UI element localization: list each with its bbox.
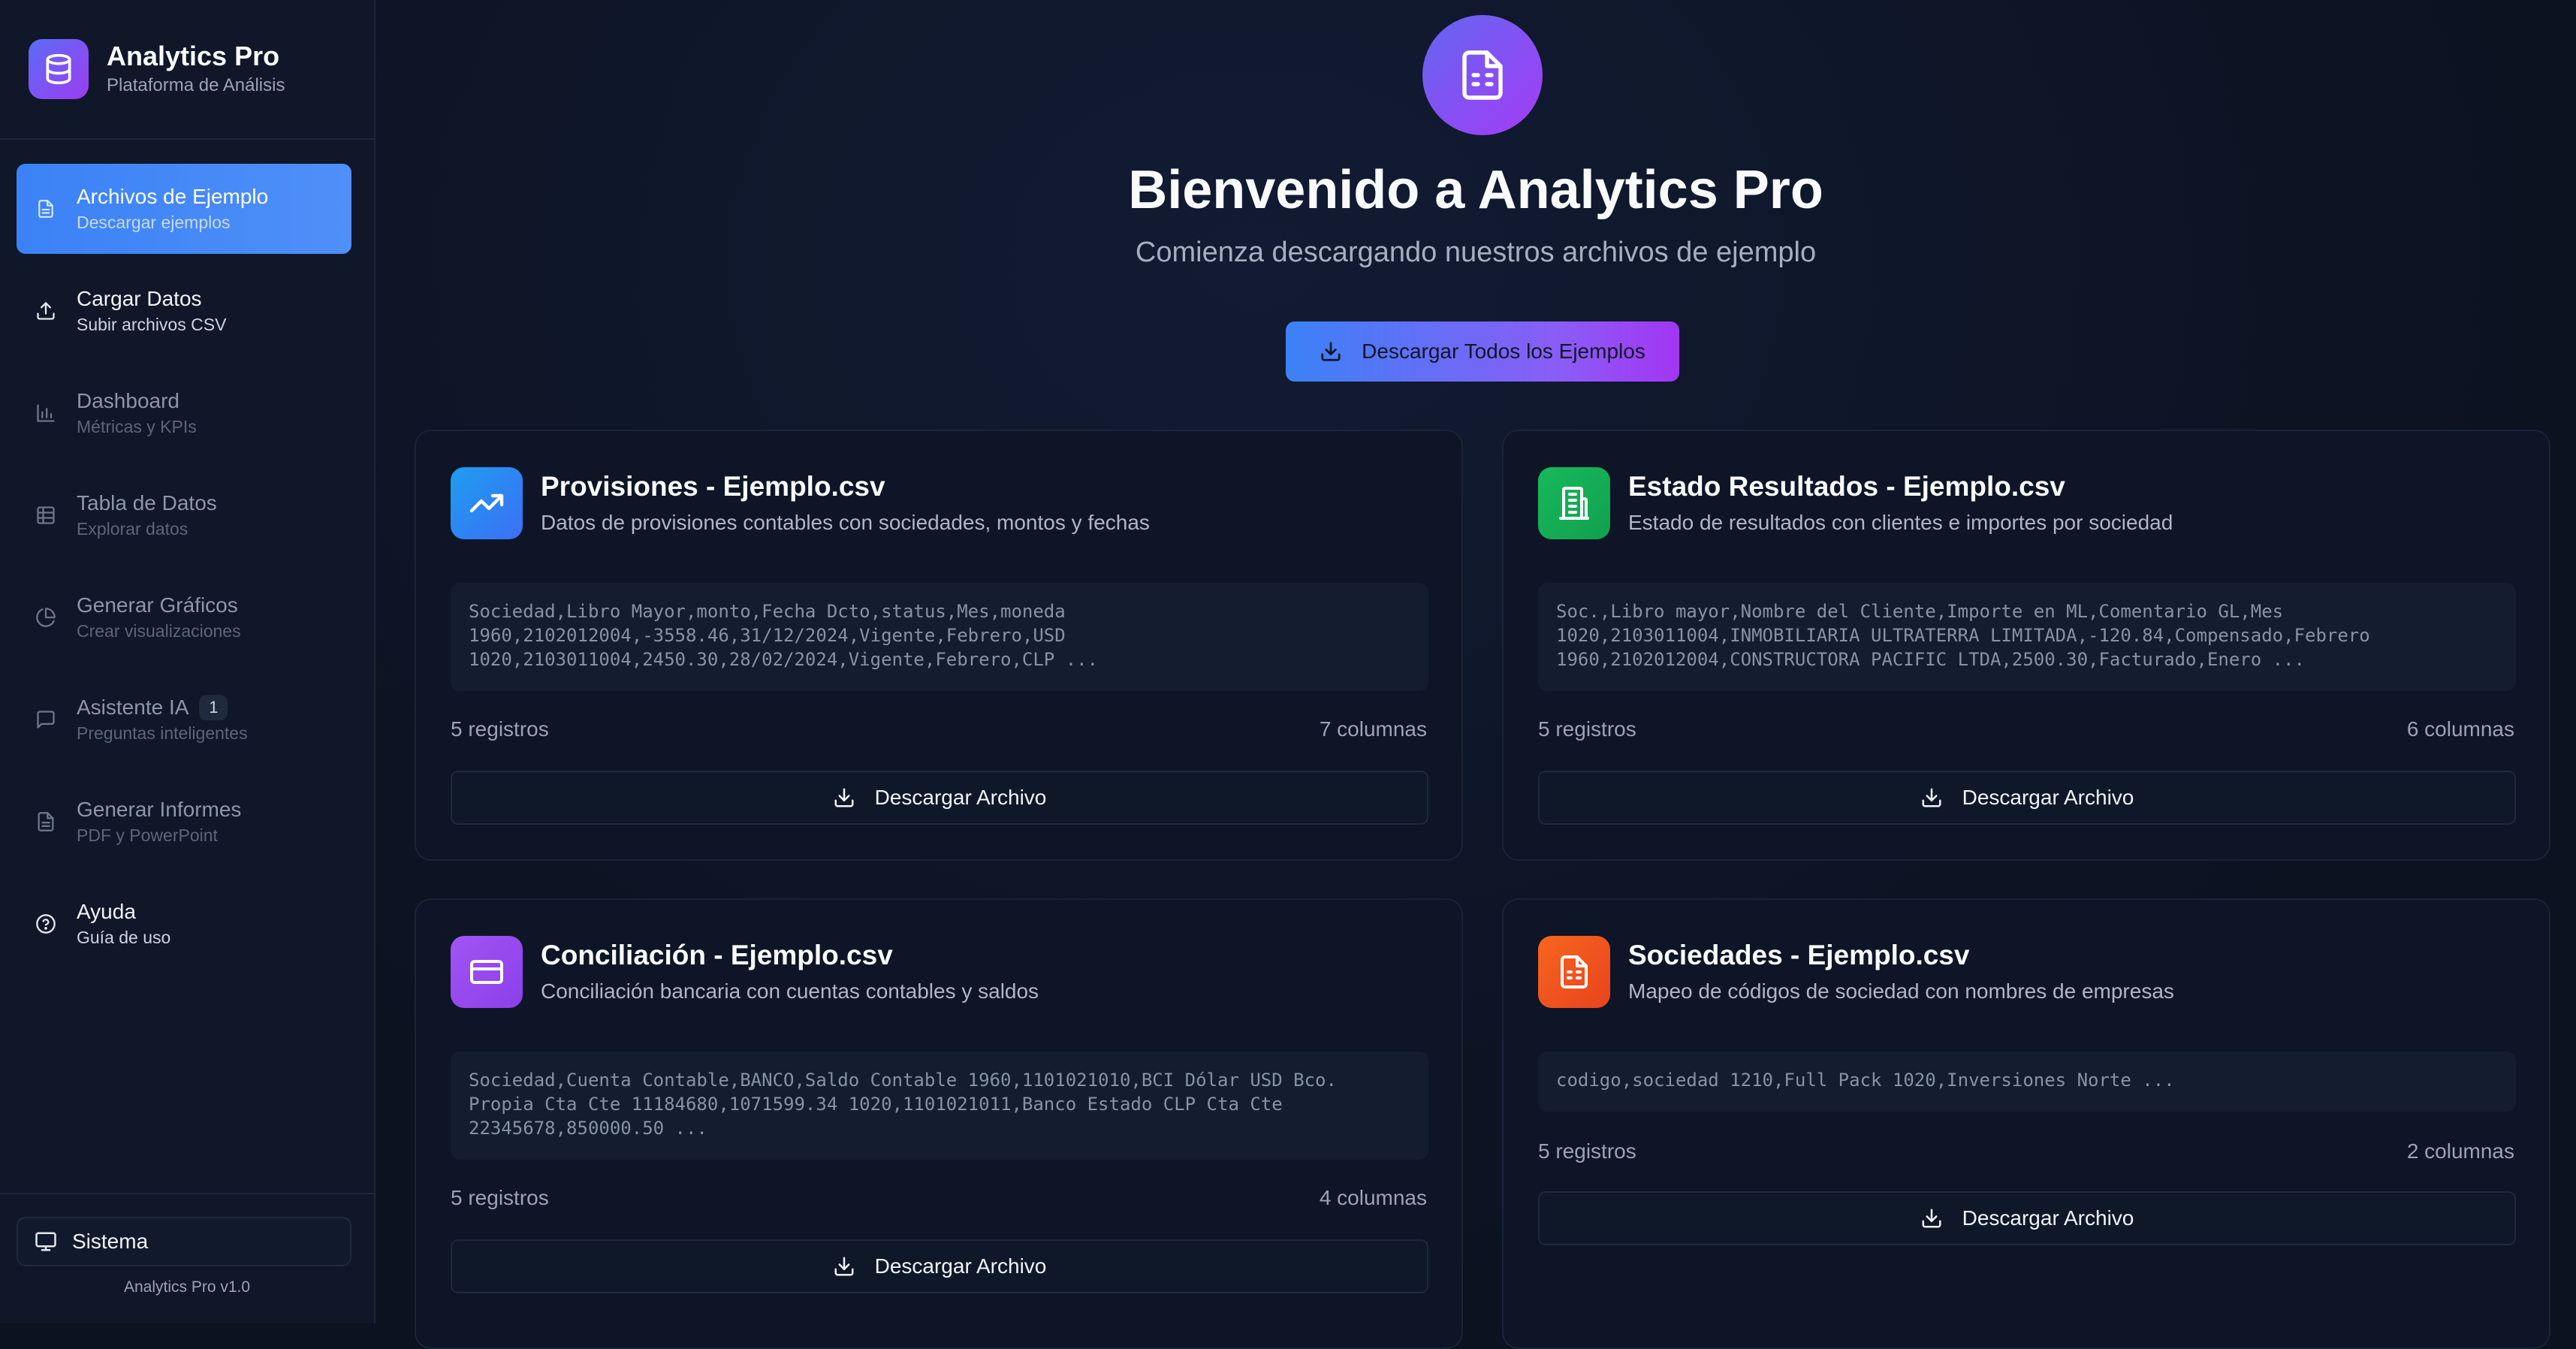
page-subtitle: Comienza descargando nuestros archivos d… bbox=[1135, 237, 1817, 268]
card-title: Provisiones - Ejemplo.csv bbox=[541, 471, 885, 502]
records-count: 5 registros bbox=[1538, 717, 1636, 741]
sidebar-item-generar-graficos[interactable]: Generar Gráficos Crear visualizaciones bbox=[17, 572, 351, 662]
sidebar-item-sublabel: Métricas y KPIs bbox=[77, 417, 197, 436]
sidebar-item-generar-informes[interactable]: Generar Informes PDF y PowerPoint bbox=[17, 777, 351, 867]
download-file-button[interactable]: Descargar Archivo bbox=[1538, 771, 2516, 825]
sidebar-item-label-row: Asistente IA 1 bbox=[77, 695, 248, 720]
help-icon bbox=[35, 913, 57, 935]
page-title: Bienvenido a Analytics Pro bbox=[1128, 160, 1823, 220]
download-icon bbox=[1320, 340, 1342, 363]
download-icon bbox=[833, 1255, 855, 1278]
sidebar-item-label: Ayuda bbox=[77, 900, 136, 923]
download-file-button[interactable]: Descargar Archivo bbox=[451, 1239, 1428, 1293]
app-subtitle: Plataforma de Análisis bbox=[107, 75, 285, 95]
sample-file-card: Conciliación - Ejemplo.csv Conciliación … bbox=[415, 898, 1463, 1349]
columns-count: 2 columnas bbox=[2406, 1139, 2514, 1163]
card-title: Conciliación - Ejemplo.csv bbox=[541, 940, 893, 970]
sidebar-item-archivos-de-ejemplo[interactable]: Archivos de Ejemplo Descargar ejemplos bbox=[17, 164, 351, 254]
download-all-button[interactable]: Descargar Todos los Ejemplos bbox=[1286, 321, 1679, 382]
file-spreadsheet-icon bbox=[1422, 15, 1543, 135]
chat-icon bbox=[35, 708, 57, 731]
sidebar-item-label: Cargar Datos bbox=[77, 287, 202, 310]
sidebar-item-sublabel: Preguntas inteligentes bbox=[77, 723, 248, 743]
sidebar-item-sublabel: PDF y PowerPoint bbox=[77, 825, 218, 845]
document-icon bbox=[35, 810, 57, 833]
sidebar-item-asistente-ia[interactable]: Asistente IA 1 Preguntas inteligentes bbox=[17, 674, 351, 765]
credit-card-icon bbox=[451, 936, 523, 1008]
csv-preview: codigo,sociedad 1210,Full Pack 1020,Inve… bbox=[1538, 1052, 2516, 1112]
sidebar-item-sublabel: Explorar datos bbox=[77, 519, 189, 539]
card-description: Datos de provisiones contables con socie… bbox=[541, 511, 1150, 534]
sidebar-item-label: Dashboard bbox=[77, 389, 179, 412]
download-file-label: Descargar Archivo bbox=[874, 786, 1047, 809]
database-icon bbox=[29, 39, 89, 99]
card-title: Estado Resultados - Ejemplo.csv bbox=[1628, 471, 2065, 502]
monitor-icon bbox=[35, 1230, 57, 1253]
download-icon bbox=[1920, 1207, 1943, 1230]
card-description: Estado de resultados con clientes e impo… bbox=[1628, 511, 2173, 534]
sample-file-card: Provisiones - Ejemplo.csv Datos de provi… bbox=[415, 430, 1463, 861]
system-label: Sistema bbox=[72, 1230, 149, 1253]
sidebar-item-label: Tabla de Datos bbox=[77, 491, 217, 515]
sample-file-card: Estado Resultados - Ejemplo.csv Estado d… bbox=[1502, 430, 2550, 861]
records-count: 5 registros bbox=[451, 717, 549, 741]
download-all-label: Descargar Todos los Ejemplos bbox=[1362, 340, 1645, 363]
card-title: Sociedades - Ejemplo.csv bbox=[1628, 940, 1970, 970]
download-file-label: Descargar Archivo bbox=[1962, 786, 2134, 809]
records-count: 5 registros bbox=[1538, 1139, 1636, 1163]
sidebar-item-sublabel: Descargar ejemplos bbox=[77, 213, 231, 232]
sidebar-item-dashboard[interactable]: Dashboard Métricas y KPIs bbox=[17, 368, 351, 458]
download-file-button[interactable]: Descargar Archivo bbox=[1538, 1191, 2516, 1245]
brand: Analytics Pro Plataforma de Análisis bbox=[29, 39, 285, 99]
system-button[interactable]: Sistema bbox=[17, 1217, 351, 1266]
csv-preview: Soc.,Libro mayor,Nombre del Cliente,Impo… bbox=[1538, 583, 2516, 691]
sidebar-item-cargar-datos[interactable]: Cargar Datos Subir archivos CSV bbox=[17, 266, 351, 356]
bar-chart-icon bbox=[35, 402, 57, 424]
divider bbox=[0, 138, 374, 140]
card-description: Conciliación bancaria con cuentas contab… bbox=[541, 979, 1039, 1003]
columns-count: 7 columnas bbox=[1319, 717, 1427, 741]
table-icon bbox=[35, 504, 57, 527]
sidebar-item-sublabel: Subir archivos CSV bbox=[77, 315, 227, 334]
sample-file-card: Sociedades - Ejemplo.csv Mapeo de código… bbox=[1502, 898, 2550, 1349]
download-file-label: Descargar Archivo bbox=[1962, 1206, 2134, 1230]
sidebar-item-sublabel: Guía de uso bbox=[77, 928, 171, 947]
records-count: 5 registros bbox=[451, 1186, 549, 1209]
app-title: Analytics Pro bbox=[107, 41, 280, 71]
card-description: Mapeo de códigos de sociedad con nombres… bbox=[1628, 979, 2174, 1003]
csv-preview: Sociedad,Libro Mayor,monto,Fecha Dcto,st… bbox=[451, 583, 1428, 691]
trending-up-icon bbox=[451, 467, 523, 539]
building-icon bbox=[1538, 467, 1610, 539]
columns-count: 6 columnas bbox=[2406, 717, 2514, 741]
sidebar-item-label: Generar Informes bbox=[77, 798, 242, 821]
columns-count: 4 columnas bbox=[1319, 1186, 1427, 1209]
download-icon bbox=[1920, 786, 1943, 809]
sidebar-item-sublabel: Crear visualizaciones bbox=[77, 621, 241, 641]
sidebar-item-tabla-de-datos[interactable]: Tabla de Datos Explorar datos bbox=[17, 470, 351, 560]
notification-badge: 1 bbox=[199, 695, 228, 720]
sidebar: Analytics Pro Plataforma de Análisis Arc… bbox=[0, 0, 376, 1323]
pie-chart-icon bbox=[35, 606, 57, 629]
version-label: Analytics Pro v1.0 bbox=[123, 1278, 251, 1296]
sidebar-item-label: Asistente IA bbox=[77, 696, 189, 719]
upload-icon bbox=[35, 300, 57, 322]
spreadsheet-icon bbox=[1538, 936, 1610, 1008]
sidebar-item-ayuda[interactable]: Ayuda Guía de uso bbox=[17, 879, 351, 969]
sidebar-item-label: Archivos de Ejemplo bbox=[77, 185, 269, 208]
download-icon bbox=[833, 786, 855, 809]
file-icon bbox=[35, 198, 57, 220]
csv-preview: Sociedad,Cuenta Contable,BANCO,Saldo Con… bbox=[451, 1052, 1428, 1160]
sidebar-item-label: Generar Gráficos bbox=[77, 593, 238, 617]
divider bbox=[0, 1193, 374, 1194]
download-file-label: Descargar Archivo bbox=[874, 1254, 1047, 1278]
download-file-button[interactable]: Descargar Archivo bbox=[451, 771, 1428, 825]
